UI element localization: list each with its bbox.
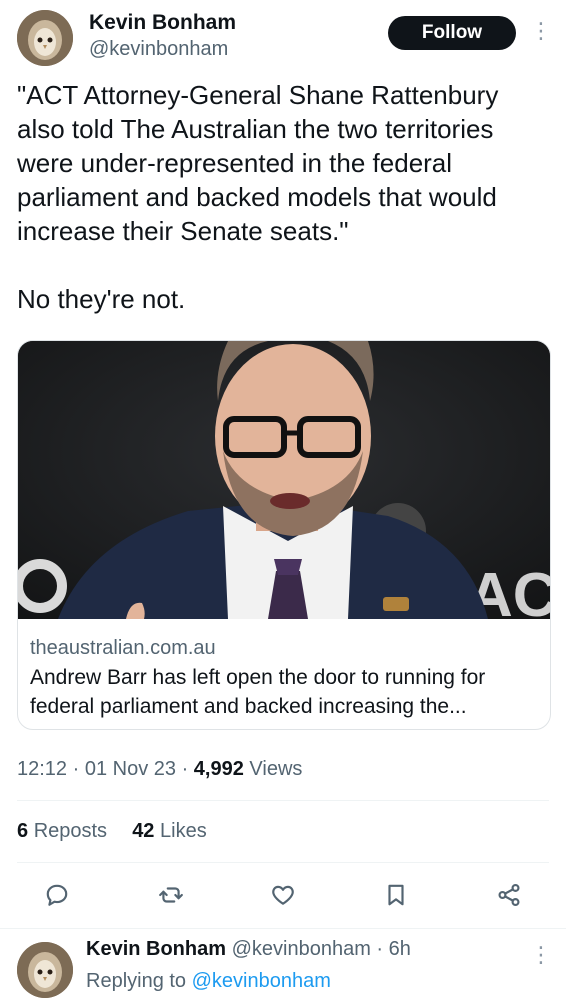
reply-more-options-icon[interactable]: ⋮ <box>530 944 552 966</box>
share-icon[interactable] <box>492 878 526 912</box>
replying-prefix: Replying to <box>86 970 187 992</box>
card-domain[interactable]: theaustralian.com.au <box>30 637 216 660</box>
reply-header: Kevin Bonham @kevinbonham · 6h <box>86 938 411 961</box>
bookmark-icon[interactable] <box>379 878 413 912</box>
tweet-date[interactable]: 01 Nov 23 <box>85 758 176 780</box>
reply-age[interactable]: 6h <box>389 938 411 960</box>
card-title[interactable]: Andrew Barr has left open the door to ru… <box>30 663 538 721</box>
tweet-time[interactable]: 12:12 <box>17 758 67 780</box>
divider <box>17 800 549 801</box>
more-options-icon[interactable]: ⋮ <box>530 20 552 42</box>
separator-dot: · <box>181 758 194 780</box>
separator-dot: · <box>72 758 85 780</box>
reposts-stat[interactable]: 6 Reposts <box>17 820 107 842</box>
author-handle[interactable]: @kevinbonham <box>89 38 228 61</box>
tweet-text: "ACT Attorney-General Shane Rattenbury a… <box>17 80 499 314</box>
reposts-count: 6 <box>17 820 29 842</box>
divider <box>0 928 566 929</box>
likes-count: 42 <box>132 820 155 842</box>
reply-icon[interactable] <box>40 878 74 912</box>
divider <box>17 862 549 863</box>
card-image: AC <box>18 341 550 619</box>
reply-author-handle[interactable]: @kevinbonham <box>232 938 371 960</box>
likes-stat[interactable]: 42 Likes <box>132 820 207 842</box>
tweet-stats: 6 Reposts 42 Likes <box>17 820 207 843</box>
follow-button[interactable]: Follow <box>388 16 516 50</box>
likes-label: Likes <box>160 820 207 842</box>
reposts-label: Reposts <box>33 820 108 842</box>
views-count: 4,992 <box>193 758 244 780</box>
like-icon[interactable] <box>266 878 300 912</box>
reply-author-avatar[interactable] <box>17 942 73 998</box>
author-name[interactable]: Kevin Bonham <box>89 11 236 35</box>
views-label: Views <box>249 758 303 780</box>
separator-dot: · <box>370 938 389 960</box>
reply-author-name[interactable]: Kevin Bonham <box>86 938 226 960</box>
replying-to: Replying to @kevinbonham <box>86 970 331 993</box>
author-avatar[interactable] <box>17 10 73 66</box>
replying-to-link[interactable]: @kevinbonham <box>192 970 331 992</box>
link-card[interactable]: AC theaustralian.com.au Andrew Barr has … <box>17 340 551 730</box>
tweet-meta: 12:12 · 01 Nov 23 · 4,992 Views <box>17 758 302 781</box>
repost-icon[interactable] <box>154 878 188 912</box>
